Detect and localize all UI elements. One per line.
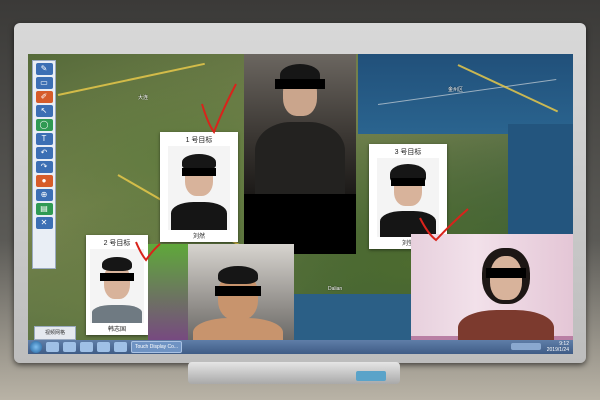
taskbar-clock[interactable]: 9:12 2019/1/24 bbox=[547, 341, 569, 353]
check-mark-3 bbox=[419, 208, 469, 242]
system-tray[interactable] bbox=[511, 343, 541, 350]
display-screen: 大连 金州区 Dalian ✎ ▭ ✐ ↖ ◯ T ↶ ↷ ● ⊕ ▤ ✕ 1 … bbox=[28, 54, 573, 354]
ie-icon[interactable] bbox=[46, 342, 59, 352]
check-mark-1 bbox=[201, 83, 237, 135]
annotation-layer bbox=[135, 83, 469, 262]
stand-label bbox=[356, 371, 386, 381]
windows-taskbar: Touch Display Co... 9:12 2019/1/24 bbox=[28, 340, 573, 354]
media-icon[interactable] bbox=[80, 342, 93, 352]
face-censor-bar bbox=[486, 268, 526, 278]
clock-date: 2019/1/24 bbox=[546, 347, 569, 353]
app-icon[interactable] bbox=[97, 342, 110, 352]
app-icon[interactable] bbox=[114, 342, 127, 352]
check-mark-2 bbox=[135, 241, 161, 262]
touch-display-monitor: 大连 金州区 Dalian ✎ ▭ ✐ ↖ ◯ T ↶ ↷ ● ⊕ ▤ ✕ 1 … bbox=[14, 23, 586, 363]
folder-icon[interactable] bbox=[63, 342, 76, 352]
taskbar-task[interactable]: Touch Display Co... bbox=[131, 341, 183, 353]
start-button-icon[interactable] bbox=[30, 341, 42, 353]
person-face-front bbox=[490, 256, 522, 300]
